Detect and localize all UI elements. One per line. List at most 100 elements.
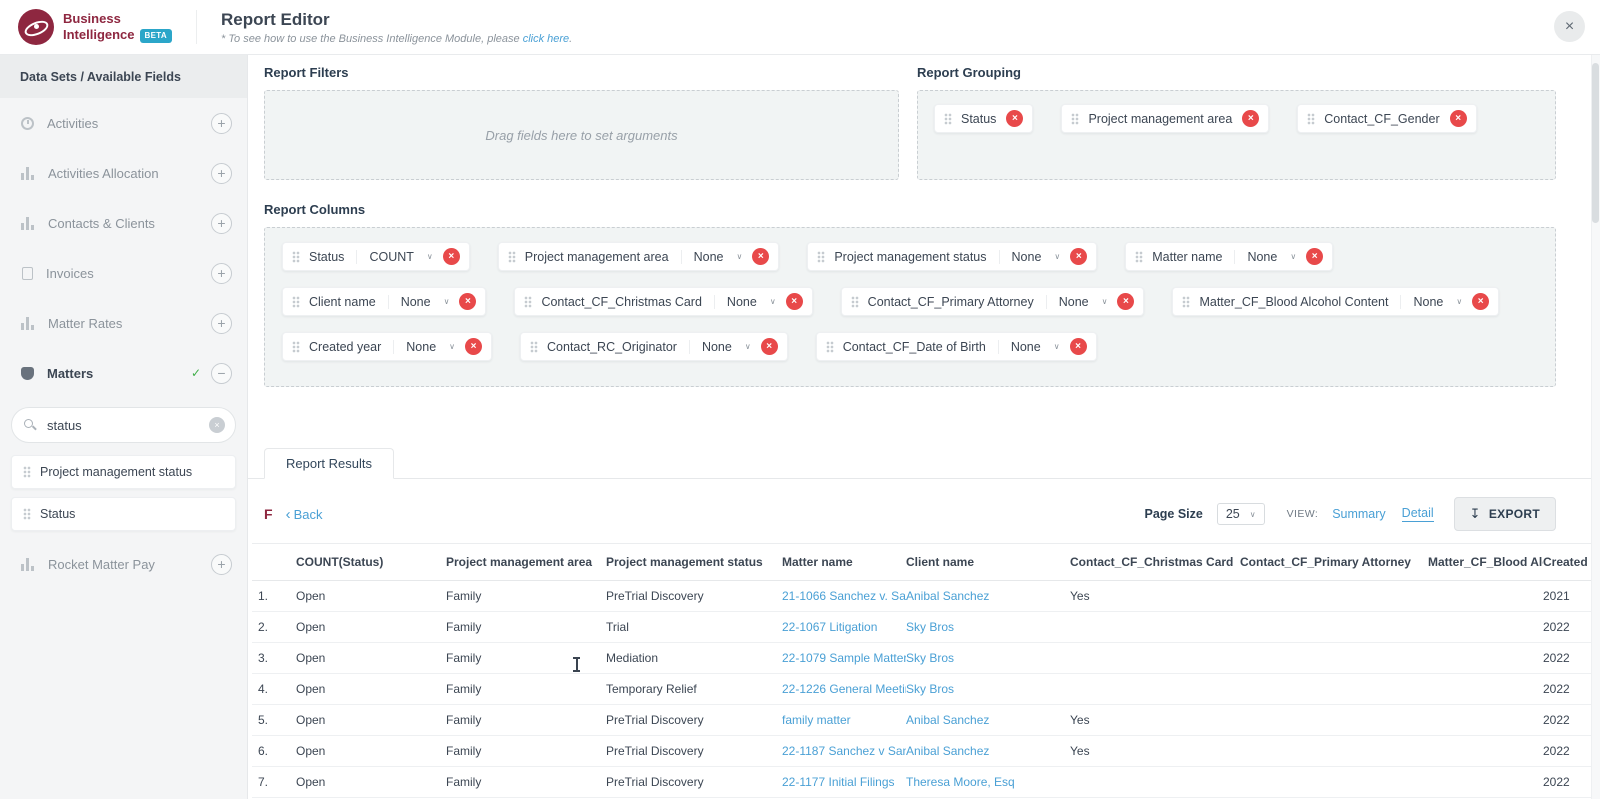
aggregation-select[interactable]: None ∨ <box>1400 294 1462 309</box>
matter-link[interactable]: 22-1067 Litigation <box>782 620 877 634</box>
column-chip[interactable]: Created year None ∨ × <box>282 332 493 361</box>
remove-chip-button[interactable]: × <box>1242 110 1260 127</box>
matter-link[interactable]: family matter <box>782 713 851 727</box>
column-chip[interactable]: Contact_CF_Christmas Card None ∨ × <box>514 287 813 316</box>
vertical-scrollbar[interactable] <box>1591 55 1600 799</box>
sidebar-dataset-item[interactable]: Invoices + <box>0 248 247 298</box>
add-remove-dataset-button[interactable]: − <box>211 362 232 384</box>
matter-link[interactable]: 22-1079 Sample Matter <box>782 651 906 665</box>
drag-handle-icon[interactable] <box>524 295 533 308</box>
grouping-chip[interactable]: Status × <box>934 104 1034 133</box>
column-chip[interactable]: Contact_RC_Originator None ∨ × <box>520 332 788 361</box>
report-columns-dropzone[interactable]: Status COUNT ∨ × Project management area… <box>264 227 1556 387</box>
drag-handle-icon[interactable] <box>1307 112 1316 125</box>
add-remove-dataset-button[interactable]: + <box>211 112 232 134</box>
drag-handle-icon[interactable] <box>944 112 952 125</box>
drag-handle-icon[interactable] <box>292 340 300 353</box>
grouping-chip[interactable]: Contact_CF_Gender × <box>1297 104 1477 133</box>
remove-chip-button[interactable]: × <box>1117 293 1135 310</box>
matter-link[interactable]: 22-1226 General Meeting <box>782 682 906 696</box>
remove-chip-button[interactable]: × <box>459 293 477 310</box>
clear-search-button[interactable]: × <box>209 417 225 433</box>
drag-handle-icon[interactable] <box>1135 250 1144 263</box>
drag-handle-icon[interactable] <box>850 295 859 308</box>
sidebar-dataset-item[interactable]: Matters ✓ − <box>0 348 247 398</box>
drag-handle-icon[interactable] <box>825 340 834 353</box>
remove-chip-button[interactable]: × <box>1006 110 1024 127</box>
drag-handle-icon[interactable] <box>292 295 300 308</box>
scrollbar-thumb[interactable] <box>1592 63 1599 223</box>
add-remove-dataset-button[interactable]: + <box>211 162 232 184</box>
matter-link[interactable]: 22-1177 Initial Filings <box>782 775 895 789</box>
aggregation-select[interactable]: None ∨ <box>713 294 776 309</box>
tab-report-results[interactable]: Report Results <box>264 448 394 479</box>
add-remove-dataset-button[interactable]: + <box>211 262 232 284</box>
client-link[interactable]: Sky Bros <box>906 682 954 696</box>
remove-chip-button[interactable]: × <box>1472 293 1490 310</box>
client-link[interactable]: Anibal Sanchez <box>906 713 989 727</box>
remove-chip-button[interactable]: × <box>785 293 803 310</box>
aggregation-select[interactable]: None ∨ <box>998 249 1060 264</box>
aggregation-select[interactable]: COUNT ∨ <box>356 249 433 264</box>
drag-handle-icon[interactable] <box>1182 295 1191 308</box>
column-chip[interactable]: Project management status None ∨ × <box>807 242 1098 271</box>
remove-chip-button[interactable]: × <box>442 248 460 265</box>
sidebar-dataset-item[interactable]: Rocket Matter Pay + <box>0 539 247 589</box>
remove-chip-button[interactable]: × <box>752 248 770 265</box>
column-chip[interactable]: Project management area None ∨ × <box>497 242 780 271</box>
report-grouping-dropzone[interactable]: Status × Project management area × Conta… <box>917 90 1556 180</box>
remove-chip-button[interactable]: × <box>1069 338 1087 355</box>
aggregation-select[interactable]: None ∨ <box>393 339 455 354</box>
column-chip[interactable]: Contact_CF_Primary Attorney None ∨ × <box>840 287 1145 316</box>
view-summary-link[interactable]: Summary <box>1332 507 1385 521</box>
add-remove-dataset-button[interactable]: + <box>211 312 232 334</box>
click-here-link[interactable]: click here <box>523 33 569 45</box>
column-chip[interactable]: Client name None ∨ × <box>282 287 487 316</box>
client-link[interactable]: Theresa Moore, Esq <box>906 775 1015 789</box>
back-link[interactable]: ‹ Back <box>286 507 323 522</box>
export-button[interactable]: ↧ EXPORT <box>1453 497 1556 531</box>
page-size-select[interactable]: 25 ∨ <box>1216 503 1265 525</box>
sidebar-dataset-item[interactable]: Activities + <box>0 98 247 148</box>
matter-link[interactable]: 22-1187 Sanchez v Sanchez Sr <box>782 744 906 758</box>
column-chip[interactable]: Status COUNT ∨ × <box>282 242 470 271</box>
column-chip[interactable]: Matter name None ∨ × <box>1125 242 1334 271</box>
drag-handle-icon[interactable] <box>23 466 31 478</box>
client-link[interactable]: Anibal Sanchez <box>906 744 989 758</box>
sidebar-dataset-item[interactable]: Contacts & Clients + <box>0 198 247 248</box>
sidebar-dataset-item[interactable]: Matter Rates + <box>0 298 247 348</box>
report-filters-dropzone[interactable]: Drag fields here to set arguments <box>264 90 899 180</box>
remove-chip-button[interactable]: × <box>465 338 483 355</box>
drag-handle-icon[interactable] <box>530 340 539 353</box>
aggregation-select[interactable]: None ∨ <box>680 249 742 264</box>
client-link[interactable]: Sky Bros <box>906 620 954 634</box>
drag-handle-icon[interactable] <box>507 250 516 263</box>
aggregation-select[interactable]: None ∨ <box>1045 294 1107 309</box>
client-link[interactable]: Anibal Sanchez <box>906 589 989 603</box>
column-chip[interactable]: Matter_CF_Blood Alcohol Content None ∨ × <box>1172 287 1500 316</box>
sidebar-dataset-item[interactable]: Activities Allocation + <box>0 148 247 198</box>
column-chip[interactable]: Contact_CF_Date of Birth None ∨ × <box>815 332 1097 361</box>
remove-chip-button[interactable]: × <box>1306 248 1324 265</box>
remove-chip-button[interactable]: × <box>1070 248 1088 265</box>
aggregation-select[interactable]: None ∨ <box>997 339 1060 354</box>
remove-chip-button[interactable]: × <box>760 338 778 355</box>
view-detail-link[interactable]: Detail <box>1401 506 1434 522</box>
aggregation-select[interactable]: None ∨ <box>387 294 449 309</box>
drag-handle-icon[interactable] <box>1071 112 1080 125</box>
add-remove-dataset-button[interactable]: + <box>211 212 232 234</box>
close-button[interactable]: × <box>1554 11 1585 42</box>
add-remove-dataset-button[interactable]: + <box>211 553 232 575</box>
matter-link[interactable]: 21-1066 Sanchez v. Sanchez <box>782 589 906 603</box>
client-link[interactable]: Sky Bros <box>906 651 954 665</box>
remove-chip-button[interactable]: × <box>1449 110 1467 127</box>
aggregation-select[interactable]: None ∨ <box>688 339 751 354</box>
drag-handle-icon[interactable] <box>817 250 826 263</box>
drag-handle-icon[interactable] <box>292 250 300 263</box>
draggable-field-item[interactable]: Project management status <box>11 455 236 489</box>
draggable-field-item[interactable]: Status <box>11 497 236 531</box>
drag-handle-icon[interactable] <box>23 508 31 520</box>
grouping-chip[interactable]: Project management area × <box>1061 104 1270 133</box>
aggregation-select[interactable]: None ∨ <box>1234 249 1296 264</box>
field-search-input[interactable] <box>11 407 236 443</box>
